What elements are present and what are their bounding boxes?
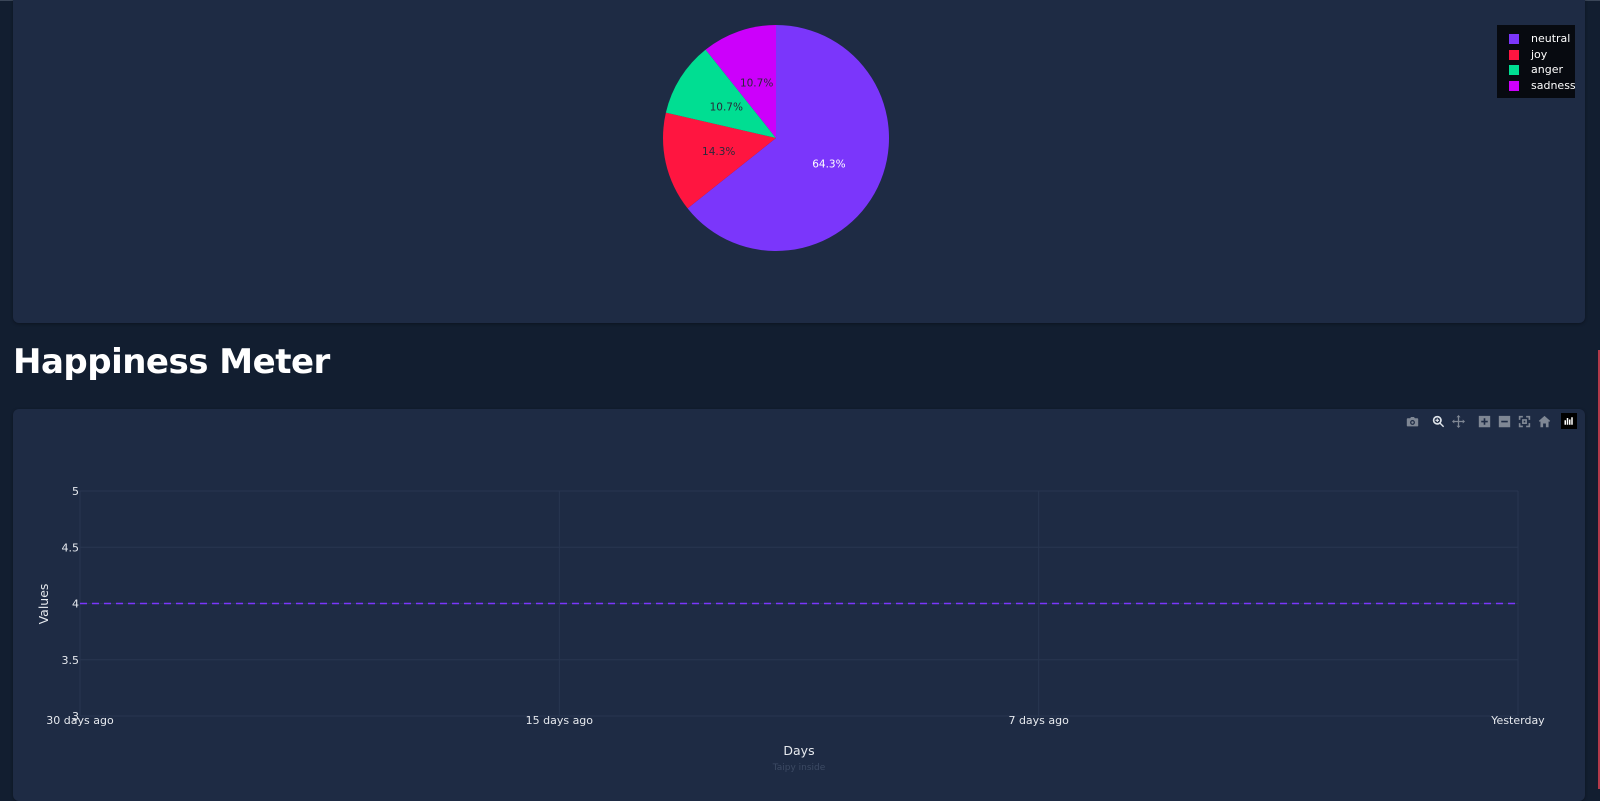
legend-swatch	[1509, 65, 1519, 75]
legend-label: anger	[1531, 63, 1563, 76]
legend-swatch	[1509, 49, 1519, 60]
pan-icon[interactable]	[1450, 413, 1466, 429]
x-tick-label: 7 days ago	[1008, 714, 1069, 727]
x-tick-label: 15 days ago	[526, 714, 594, 727]
x-axis-title: Days	[783, 743, 814, 758]
y-tick-label: 4	[72, 598, 79, 611]
camera-icon[interactable]	[1404, 413, 1420, 429]
pie-slice-label-neutral: 64.3%	[812, 159, 845, 171]
zoom-out-icon[interactable]	[1496, 413, 1512, 429]
taipy-watermark: Taipy inside	[772, 763, 826, 773]
legend-swatch	[1509, 80, 1519, 91]
y-tick-label: 3.5	[62, 654, 80, 667]
y-axis-title: Values	[36, 584, 51, 625]
zoom-icon[interactable]	[1430, 413, 1446, 429]
emotion-pie-chart[interactable]: 64.3% 14.3% 10.7% 10.7%	[13, 0, 1585, 323]
pie-slice-label-anger: 10.7%	[710, 102, 743, 114]
y-tick-label: 5	[72, 485, 79, 498]
emotion-pie-card: 64.3% 14.3% 10.7% 10.7%	[13, 0, 1585, 323]
legend-swatch	[1509, 34, 1519, 44]
pie-slice-label-sadness: 10.7%	[740, 78, 773, 90]
x-tick-label: 30 days ago	[46, 714, 114, 727]
autoscale-icon[interactable]	[1516, 413, 1532, 429]
zoom-in-icon[interactable]	[1476, 413, 1492, 429]
happiness-meter-card: 3 3.5 4 4.5 5 30 days ago 15 days ago 7 days ag…	[13, 409, 1585, 801]
pie-slice-label-joy: 14.3%	[702, 146, 735, 158]
y-tick-label: 4.5	[62, 541, 80, 554]
legend-label: sadness	[1531, 78, 1576, 92]
legend-label: joy	[1531, 47, 1548, 61]
pie-legend[interactable]: neutral joy anger sadness	[1497, 25, 1576, 98]
x-tick-label: Yesterday	[1490, 714, 1545, 727]
happiness-line-chart[interactable]: 33.544.5530 days ago 15 days ago 7 days ag…	[13, 409, 1585, 801]
plotly-logo-icon[interactable]	[1561, 413, 1577, 429]
legend-label: neutral	[1531, 32, 1571, 45]
reset-axes-icon[interactable]	[1536, 413, 1552, 429]
page-title: Happiness Meter	[13, 342, 330, 382]
